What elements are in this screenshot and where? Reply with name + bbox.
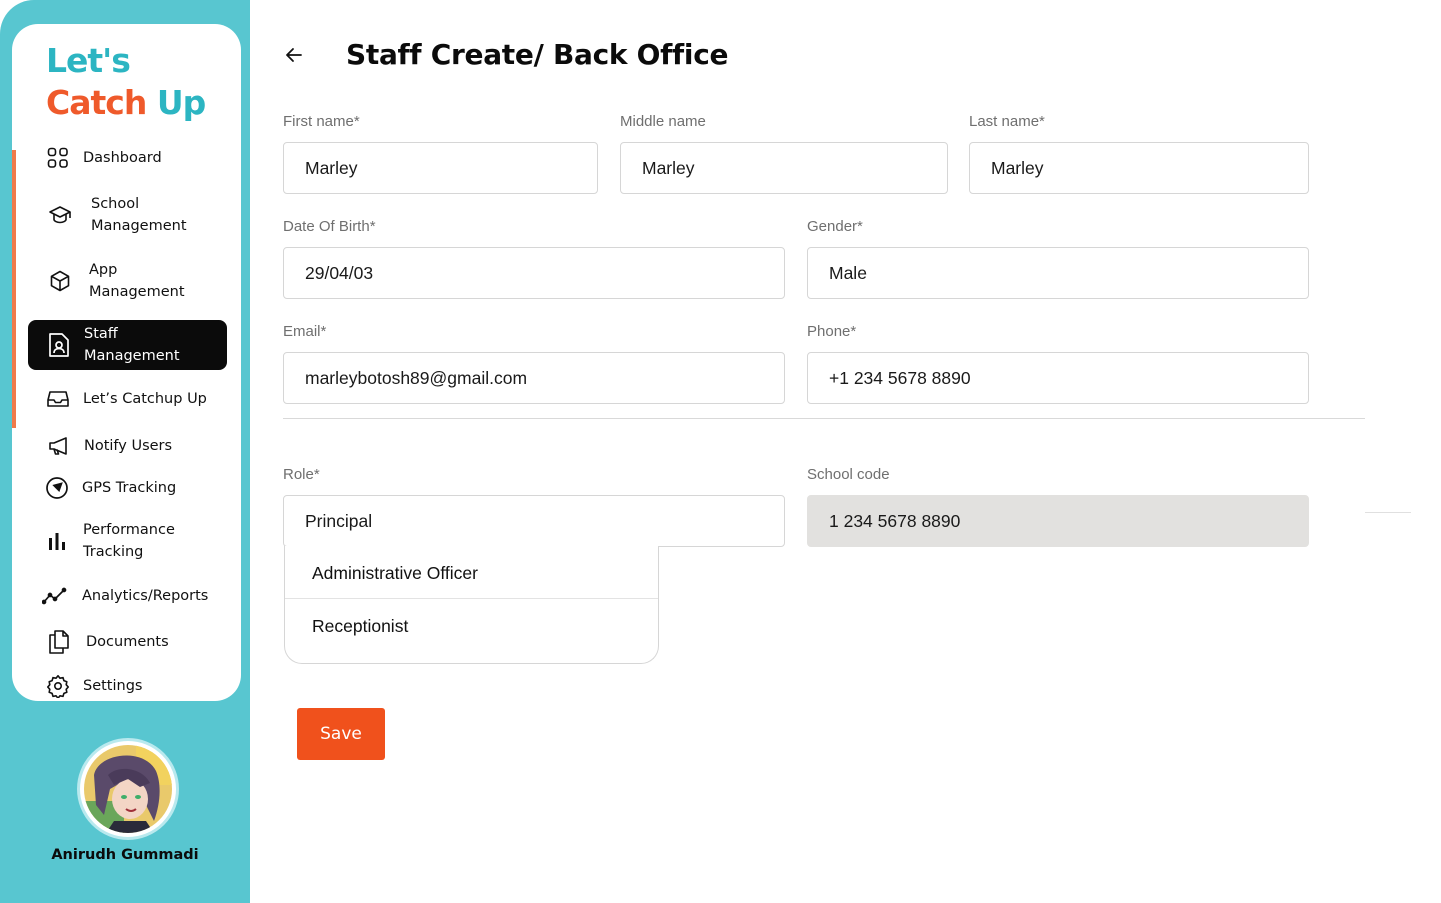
sidebar-item-documents[interactable]: Documents: [28, 627, 227, 657]
bar-chart-icon: [44, 528, 70, 554]
edge-divider: [1365, 512, 1411, 513]
gear-icon: [45, 673, 71, 699]
arrow-left-icon: [286, 48, 302, 62]
trend-line-icon: [42, 583, 68, 609]
sidebar-item-label: Notify Users: [84, 438, 173, 454]
documents-icon: [46, 629, 72, 655]
sidebar-item-label: Staff Management: [84, 326, 180, 364]
staff-badge-icon: [46, 332, 72, 358]
grid-icon: [45, 145, 71, 171]
sidebar-item-app-management[interactable]: App Management: [28, 258, 227, 304]
form-divider: [283, 418, 1365, 419]
megaphone-icon: [46, 433, 72, 459]
last-name-field[interactable]: [969, 142, 1309, 194]
school-code-field: [807, 495, 1309, 547]
sidebar-item-performance-tracking[interactable]: Performance Tracking: [28, 518, 227, 564]
page-title: Staff Create/ Back Office: [346, 38, 729, 71]
sidebar-item-label: Settings: [83, 678, 143, 694]
sidebar-item-label: Analytics/Reports: [82, 588, 209, 604]
sidebar-item-label: GPS Tracking: [82, 480, 177, 496]
sidebar-nav-card: Let's Catch Up Dashboard School Manageme…: [12, 24, 241, 701]
sidebar-item-dashboard[interactable]: Dashboard: [28, 144, 227, 172]
cube-icon: [47, 268, 73, 294]
graduation-cap-icon: [47, 202, 73, 228]
role-option-administrative-officer[interactable]: Administrative Officer: [285, 546, 658, 601]
school-code-label: School code: [807, 466, 890, 483]
save-button[interactable]: Save: [297, 708, 385, 760]
logo-line2-a: Catch: [46, 83, 147, 122]
sidebar-item-staff-management[interactable]: Staff Management: [28, 320, 227, 370]
first-name-label: First name*: [283, 113, 360, 130]
user-name: Anirudh Gummadi: [51, 847, 199, 863]
sidebar-active-accent: [12, 150, 16, 428]
email-label: Email*: [283, 323, 327, 340]
sidebar-item-gps-tracking[interactable]: GPS Tracking: [28, 474, 227, 502]
sidebar-item-label: Performance Tracking: [83, 522, 175, 560]
role-label: Role*: [283, 466, 320, 483]
sidebar-item-label: Documents: [86, 634, 169, 650]
sidebar-item-lets-catchup[interactable]: Let’s Catchup Up: [28, 385, 227, 413]
logo-line2-b: Up: [156, 83, 206, 122]
gender-label: Gender*: [807, 218, 863, 235]
sidebar-item-analytics-reports[interactable]: Analytics/Reports: [28, 582, 227, 610]
middle-name-field[interactable]: [620, 142, 948, 194]
sidebar-item-label: School Management: [91, 196, 187, 234]
middle-name-label: Middle name: [620, 113, 706, 130]
gender-field[interactable]: [807, 247, 1309, 299]
role-dropdown-menu: Administrative Officer Receptionist: [284, 546, 659, 664]
dob-field[interactable]: [283, 247, 785, 299]
navigation-icon: [44, 475, 70, 501]
last-name-label: Last name*: [969, 113, 1045, 130]
first-name-field[interactable]: [283, 142, 598, 194]
sidebar-item-settings[interactable]: Settings: [28, 672, 227, 700]
inbox-icon: [45, 386, 71, 412]
logo-line1: Let's: [46, 41, 131, 80]
role-select[interactable]: [283, 495, 785, 547]
dob-label: Date Of Birth*: [283, 218, 376, 235]
app-logo[interactable]: Let's Catch Up: [46, 40, 206, 124]
user-avatar[interactable]: [77, 738, 179, 840]
role-option-receptionist[interactable]: Receptionist: [285, 599, 658, 654]
phone-field[interactable]: [807, 352, 1309, 404]
sidebar-item-school-management[interactable]: School Management: [28, 192, 227, 238]
phone-label: Phone*: [807, 323, 857, 340]
sidebar-item-label: App Management: [89, 262, 185, 300]
back-button[interactable]: [282, 43, 306, 67]
sidebar: Let's Catch Up Dashboard School Manageme…: [0, 0, 250, 903]
sidebar-item-label: Let’s Catchup Up: [83, 391, 207, 407]
sidebar-item-label: Dashboard: [83, 150, 162, 166]
avatar-image: [84, 745, 172, 833]
email-field[interactable]: [283, 352, 785, 404]
sidebar-item-notify-users[interactable]: Notify Users: [28, 432, 227, 460]
